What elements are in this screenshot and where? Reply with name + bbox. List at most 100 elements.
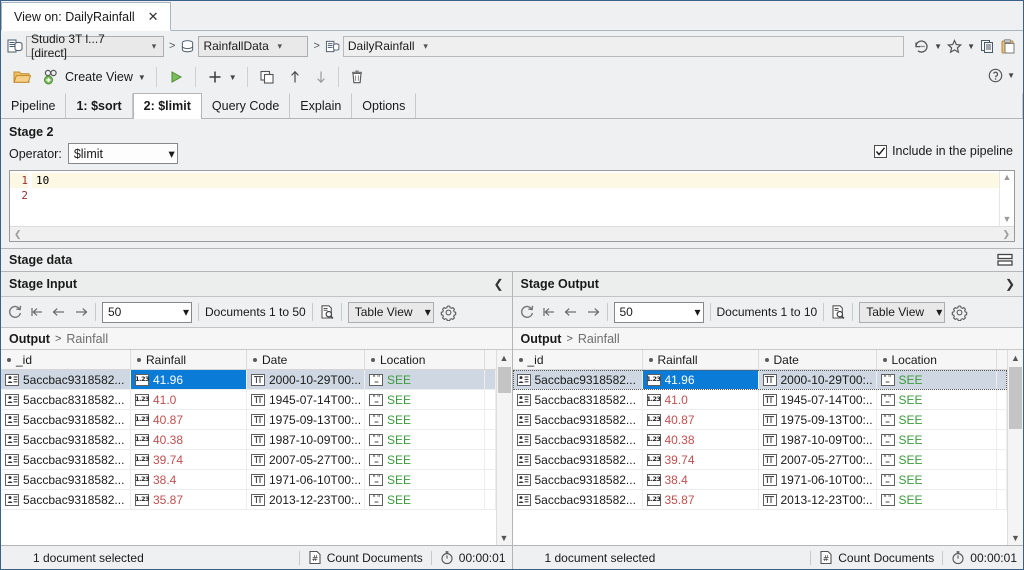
cell-location[interactable]: ""SEE bbox=[365, 430, 485, 449]
cell-location[interactable]: ""SEE bbox=[877, 370, 997, 389]
cell-rainfall[interactable]: 1.2340.87 bbox=[643, 410, 759, 429]
document-inspect-icon[interactable] bbox=[830, 304, 846, 320]
duplicate-stage-button[interactable] bbox=[252, 64, 282, 90]
cell-rainfall[interactable]: 1.2338.4 bbox=[643, 470, 759, 489]
collection-selector[interactable]: DailyRainfall ▾ bbox=[343, 36, 904, 57]
help-menu[interactable]: ▼ bbox=[987, 67, 1015, 84]
cell-rainfall[interactable]: 1.2338.4 bbox=[131, 470, 247, 489]
column-header-date[interactable]: Date bbox=[759, 350, 877, 369]
move-stage-down-button[interactable] bbox=[308, 64, 334, 90]
cell-date[interactable]: 2000-10-29T00:... bbox=[247, 370, 365, 389]
refresh-icon[interactable] bbox=[7, 304, 23, 320]
cell-id[interactable]: 5accbac9318582... bbox=[1, 450, 131, 469]
cell-rainfall[interactable]: 1.2341.0 bbox=[643, 390, 759, 409]
cell-location[interactable]: ""SEE bbox=[877, 430, 997, 449]
gear-icon[interactable] bbox=[951, 304, 968, 321]
chevron-down-icon[interactable]: ▼ bbox=[934, 42, 942, 51]
scrollbar-track[interactable] bbox=[1008, 365, 1023, 530]
cell-location[interactable]: ""SEE bbox=[365, 410, 485, 429]
cell-rainfall[interactable]: 1.2340.38 bbox=[643, 430, 759, 449]
view-mode-select[interactable]: Table View ▾ bbox=[859, 302, 945, 323]
create-view-button[interactable]: Create View ▼ bbox=[37, 64, 152, 90]
cell-date[interactable]: 1945-07-14T00:... bbox=[759, 390, 877, 409]
cell-date[interactable]: 1987-10-09T00:... bbox=[247, 430, 365, 449]
table-row[interactable]: 5accbac9318582...1.2335.872013-12-23T00:… bbox=[1, 490, 496, 510]
chevron-down-icon[interactable]: ▼ bbox=[138, 73, 146, 82]
tab-options[interactable]: Options bbox=[352, 93, 416, 118]
table-row[interactable]: 5accbac9318582...1.2340.871975-09-13T00:… bbox=[1, 410, 496, 430]
chevron-down-icon[interactable]: ▼ bbox=[1007, 71, 1015, 80]
chevron-down-icon[interactable]: ▼ bbox=[229, 73, 237, 82]
go-next-icon[interactable] bbox=[73, 305, 89, 319]
page-size-select[interactable]: 50 ▾ bbox=[102, 302, 192, 323]
server-selector[interactable]: Studio 3T l...7 [direct] ▾ bbox=[26, 36, 164, 57]
cell-rainfall[interactable]: 1.2339.74 bbox=[131, 450, 247, 469]
tab-query-code[interactable]: Query Code bbox=[202, 93, 290, 118]
scroll-up-icon[interactable]: ▲ bbox=[497, 350, 512, 365]
cell-date[interactable]: 2013-12-23T00:... bbox=[247, 490, 365, 509]
document-inspect-icon[interactable] bbox=[319, 304, 335, 320]
breadcrumb-root[interactable]: Output bbox=[9, 332, 50, 346]
cell-location[interactable]: ""SEE bbox=[365, 470, 485, 489]
cell-rainfall[interactable]: 1.2339.74 bbox=[643, 450, 759, 469]
cell-date[interactable]: 1971-06-10T00:... bbox=[759, 470, 877, 489]
scroll-down-icon[interactable]: ▼ bbox=[1003, 215, 1012, 224]
table-row[interactable]: 5accbac9318582...1.2338.41971-06-10T00:.… bbox=[513, 470, 1008, 490]
operator-select[interactable]: $limit ▾ bbox=[68, 143, 178, 164]
go-first-icon[interactable] bbox=[541, 305, 557, 319]
cell-id[interactable]: 5accbac9318582... bbox=[513, 410, 643, 429]
cell-date[interactable]: 1945-07-14T00:... bbox=[247, 390, 365, 409]
copy-icon[interactable] bbox=[979, 38, 996, 55]
open-folder-button[interactable] bbox=[7, 64, 37, 90]
count-documents-button[interactable]: # Count Documents bbox=[308, 550, 423, 565]
stage-code-editor[interactable]: 1 2 10 ▲ ▼ ❮ ❯ bbox=[9, 170, 1015, 242]
favorite-star-icon[interactable] bbox=[946, 38, 963, 55]
breadcrumb-field[interactable]: Rainfall bbox=[66, 332, 108, 346]
stage-output-vertical-scrollbar[interactable]: ▲ ▼ bbox=[1007, 350, 1023, 545]
cell-location[interactable]: ""SEE bbox=[877, 390, 997, 409]
close-icon[interactable]: ✕ bbox=[145, 9, 162, 24]
cell-id[interactable]: 5accbac9318582... bbox=[513, 470, 643, 489]
column-header-rainfall[interactable]: Rainfall bbox=[643, 350, 759, 369]
go-next-icon[interactable] bbox=[585, 305, 601, 319]
go-previous-icon[interactable] bbox=[51, 305, 67, 319]
help-icon[interactable] bbox=[987, 67, 1004, 84]
table-row[interactable]: 5accbac9318582...1.2340.381987-10-09T00:… bbox=[1, 430, 496, 450]
paste-icon[interactable] bbox=[1000, 38, 1017, 55]
cell-rainfall[interactable]: 1.2341.96 bbox=[131, 370, 247, 389]
view-mode-select[interactable]: Table View ▾ bbox=[348, 302, 434, 323]
cell-id[interactable]: 5accbac9318582... bbox=[513, 490, 643, 509]
include-in-pipeline-row[interactable]: Include in the pipeline bbox=[874, 144, 1013, 158]
cell-id[interactable]: 5accbac9318582... bbox=[1, 470, 131, 489]
go-first-icon[interactable] bbox=[29, 305, 45, 319]
column-header-id[interactable]: _id bbox=[513, 350, 643, 369]
cell-location[interactable]: ""SEE bbox=[365, 450, 485, 469]
cell-date[interactable]: 2007-05-27T00:... bbox=[759, 450, 877, 469]
cell-location[interactable]: ""SEE bbox=[877, 470, 997, 489]
scrollbar-thumb[interactable] bbox=[498, 367, 511, 393]
editor-text-area[interactable]: 10 bbox=[32, 171, 999, 226]
split-layout-icon[interactable] bbox=[997, 253, 1013, 267]
cell-date[interactable]: 2013-12-23T00:... bbox=[759, 490, 877, 509]
cell-id[interactable]: 5accbac9318582... bbox=[1, 490, 131, 509]
cell-rainfall[interactable]: 1.2335.87 bbox=[643, 490, 759, 509]
scroll-down-icon[interactable]: ▼ bbox=[1008, 530, 1023, 545]
editor-vertical-scrollbar[interactable]: ▲ ▼ bbox=[999, 171, 1014, 226]
cell-id[interactable]: 5accbac9318582... bbox=[513, 430, 643, 449]
cell-location[interactable]: ""SEE bbox=[877, 410, 997, 429]
cell-location[interactable]: ""SEE bbox=[365, 390, 485, 409]
scroll-left-icon[interactable]: ❮ bbox=[14, 229, 22, 240]
cell-date[interactable]: 2007-05-27T00:... bbox=[247, 450, 365, 469]
history-icon[interactable] bbox=[913, 38, 930, 55]
column-header-location[interactable]: Location bbox=[877, 350, 997, 369]
cell-rainfall[interactable]: 1.2340.38 bbox=[131, 430, 247, 449]
scroll-up-icon[interactable]: ▲ bbox=[1008, 350, 1023, 365]
cell-date[interactable]: 1975-09-13T00:... bbox=[759, 410, 877, 429]
cell-date[interactable]: 2000-10-29T00:... bbox=[759, 370, 877, 389]
tab-stage-2-limit[interactable]: 2: $limit bbox=[133, 93, 202, 119]
go-previous-icon[interactable] bbox=[563, 305, 579, 319]
tab-explain[interactable]: Explain bbox=[290, 93, 352, 118]
chevron-left-icon[interactable]: ❮ bbox=[493, 277, 503, 291]
cell-rainfall[interactable]: 1.2335.87 bbox=[131, 490, 247, 509]
scroll-up-icon[interactable]: ▲ bbox=[1003, 173, 1012, 182]
